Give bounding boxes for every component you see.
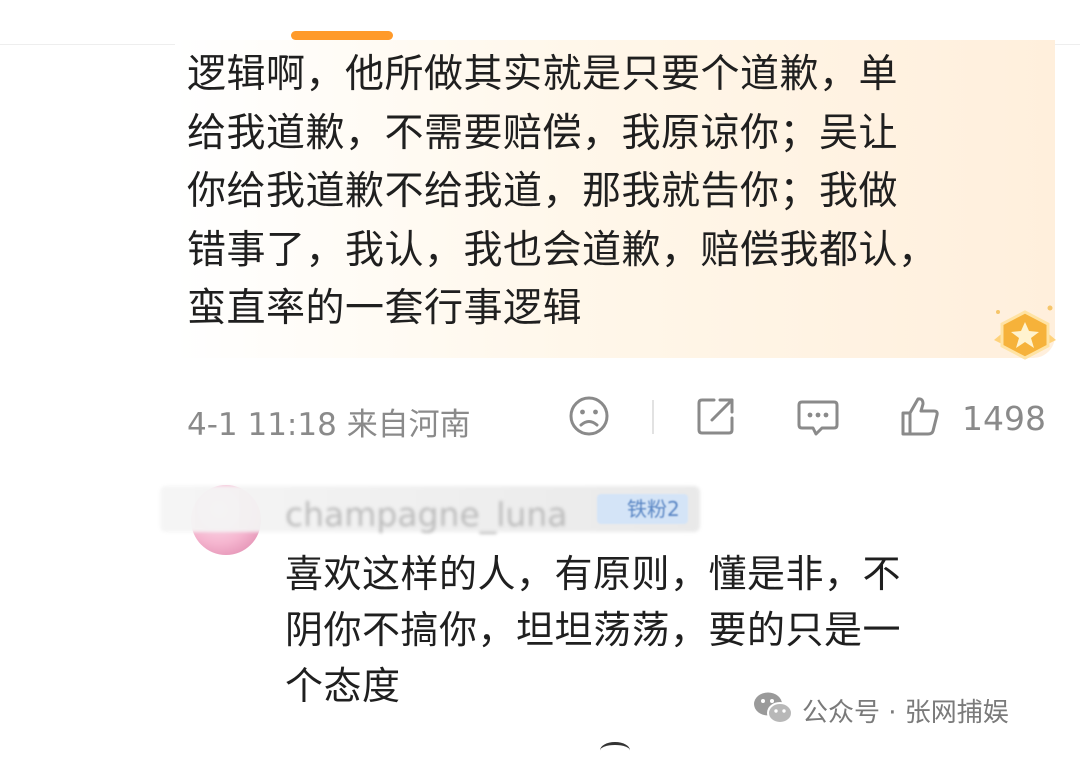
comment-meta-row: 4-1 11:18 来自河南 1498 <box>0 390 1080 450</box>
comment-timestamp: 4-1 11:18 来自河南 <box>187 399 471 444</box>
comment-location: 来自河南 <box>346 407 471 443</box>
tab-label-cut[interactable]: ▔▔ <box>48 0 94 21</box>
like-count: 1498 <box>962 399 1046 438</box>
active-tab-indicator <box>291 31 393 40</box>
reply-username[interactable]: champagne_luna <box>285 495 567 534</box>
thumbs-up-icon[interactable] <box>898 394 942 438</box>
comment-line: 逻辑啊，他所做其实就是只要个道歉，单 <box>187 52 899 97</box>
meta-divider <box>652 400 654 434</box>
sad-face-icon[interactable] <box>567 394 611 438</box>
watermark-text: 公众号 · 张网捕娱 <box>802 698 1009 728</box>
comment-line: 错事了，我认，我也会道歉，赔偿我都认， <box>187 227 938 273</box>
reply-body: 喜欢这样的人，有原则，懂是非，不 阴你不搞你，坦坦荡荡，要的只是一 个态度 <box>285 546 1045 714</box>
comment-icon[interactable] <box>796 394 840 438</box>
top-tab-bar: ▔▔ ▔▔ ▔ ▔ <box>0 0 1080 45</box>
share-icon[interactable] <box>694 394 738 438</box>
reply-line: 阴你不搞你，坦坦荡荡，要的只是一 <box>285 608 902 652</box>
comment-time: 4-1 11:18 <box>187 407 337 443</box>
gold-star-badge-icon <box>994 305 1056 360</box>
wechat-icon <box>754 692 793 724</box>
comment-line: 你给我道歉不给我道，那我就告你；我做 <box>187 169 899 215</box>
reply-line: 喜欢这样的人，有原则，懂是非，不 <box>285 552 902 596</box>
tab-label-cut[interactable]: ▔▔ <box>248 0 294 21</box>
comment-line: 给我道歉，不需要赔偿，我原谅你；吴让 <box>187 110 899 156</box>
tab-label-cut[interactable]: ▔ ▔ <box>880 0 936 21</box>
fan-level-badge: 铁粉2 <box>597 494 688 524</box>
comment-body: 逻辑啊，他所做其实就是只要个道歉，单 给我道歉，不需要赔偿，我原谅你；吴让 你给… <box>187 46 1027 339</box>
comment-line: 蛮直率的一套行事逻辑 <box>187 286 583 332</box>
